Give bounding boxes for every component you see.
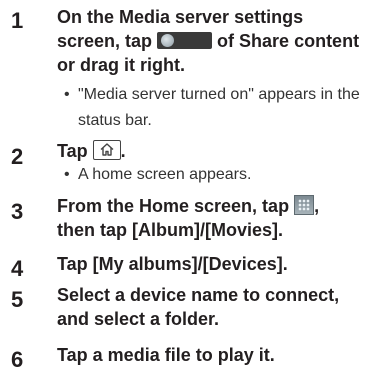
step-text-line: screen, tap of Share content bbox=[57, 30, 359, 53]
step-text-line: Select a device name to connect, bbox=[57, 285, 340, 305]
step-note: • A home screen appears. bbox=[64, 162, 251, 187]
toggle-switch-icon bbox=[157, 32, 213, 49]
step-text-line: Tap . bbox=[57, 140, 126, 163]
step-text-line: then tap [Album]/[Movies]. bbox=[57, 220, 283, 240]
home-key-icon bbox=[92, 140, 121, 160]
step-text-fragment: From the Home screen, tap bbox=[57, 196, 295, 216]
step-text-line: From the Home screen, tap , bbox=[57, 195, 319, 218]
step-number: 6 bbox=[11, 347, 24, 372]
step-text-line: On the Media server settings bbox=[57, 7, 304, 27]
step-number: 4 bbox=[11, 256, 24, 281]
bullet: • bbox=[64, 166, 70, 183]
step-text-line: or drag it right. bbox=[57, 55, 185, 75]
step-note-continued: status bar. bbox=[78, 112, 152, 129]
step-text-line: and select a folder. bbox=[57, 309, 220, 329]
step-number: 3 bbox=[11, 199, 24, 224]
bullet: • bbox=[64, 86, 70, 103]
step-note: • "Media server turned on" appears in the bbox=[64, 82, 360, 107]
step-text-fragment: screen, tap bbox=[57, 31, 158, 51]
step-number: 5 bbox=[11, 287, 24, 312]
step-number: 2 bbox=[11, 144, 24, 169]
apps-grid-icon bbox=[294, 195, 315, 215]
note-text: "Media server turned on" appears in the bbox=[78, 86, 360, 103]
step-text-line: Tap [My albums]/[Devices]. bbox=[57, 254, 288, 274]
step-text-fragment: , bbox=[314, 196, 320, 216]
step-text-line: Tap a media file to play it. bbox=[57, 345, 275, 365]
note-text: A home screen appears. bbox=[78, 166, 252, 183]
step-number: 1 bbox=[11, 8, 24, 33]
step-text-fragment: of Share content bbox=[212, 31, 360, 51]
step-text-fragment: . bbox=[120, 141, 126, 161]
step-text-fragment: Tap bbox=[57, 141, 93, 161]
